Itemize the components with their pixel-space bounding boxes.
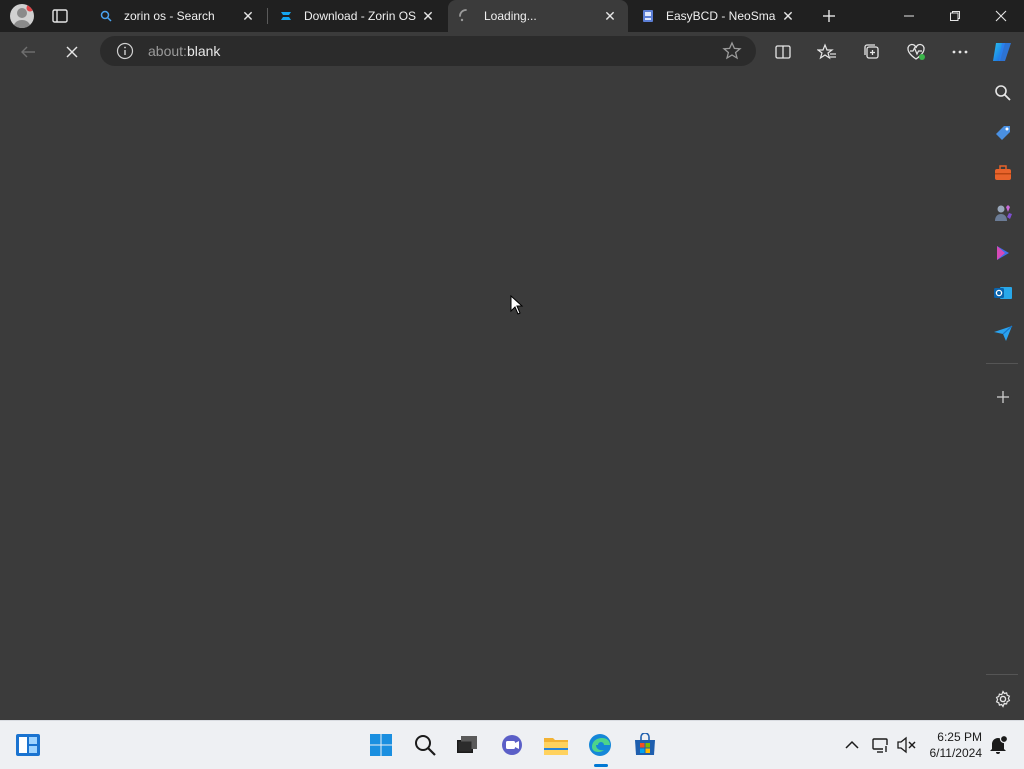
tab-download-zorin[interactable]: Download - Zorin OS ✕ [268,0,446,32]
tab-label: zorin os - Search [124,9,215,23]
collections-button[interactable] [856,36,888,68]
easybcd-icon [640,8,656,24]
tab-zorin-search[interactable]: zorin os - Search ✕ [88,0,266,32]
close-tab-icon[interactable]: ✕ [236,4,260,28]
microsoft-365-icon[interactable] [992,242,1014,264]
url-path: blank [186,43,221,59]
info-icon[interactable] [116,42,134,60]
tab-label: Download - Zorin OS [304,9,416,23]
url-scheme: about: [148,43,187,59]
task-view-icon[interactable] [453,731,481,759]
edge-active-indicator [594,764,608,767]
microsoft-store-icon[interactable] [631,731,659,759]
split-screen-button[interactable] [767,36,799,68]
start-button-windows-icon[interactable] [367,731,395,759]
windows-taskbar: 6:25 PM 6/11/2024 [0,720,1024,769]
clock-time: 6:25 PM [937,730,982,744]
browser-essentials-button[interactable] [900,36,932,68]
add-sidebar-app-icon[interactable] [992,386,1014,408]
mouse-cursor-icon [510,294,524,320]
address-url[interactable]: about:blank [148,43,220,59]
sidebar-settings-gear-icon[interactable] [992,688,1014,710]
zorin-logo-icon [278,8,294,24]
system-clock[interactable]: 6:25 PM 6/11/2024 [930,729,983,761]
volume-muted-icon[interactable] [892,731,920,759]
clock-date: 6/11/2024 [929,746,983,760]
tab-strip: zorin os - Search ✕ Download - Zorin OS … [0,0,1024,32]
notifications-bell-icon[interactable] [984,731,1012,759]
close-tab-icon[interactable]: ✕ [598,4,622,28]
profile-avatar[interactable] [10,4,34,28]
back-button[interactable] [12,36,44,68]
taskbar-search-icon[interactable] [411,731,439,759]
network-icon[interactable] [866,731,894,759]
settings-and-more-button[interactable] [944,36,976,68]
games-icon[interactable] [992,202,1014,224]
outlook-icon[interactable] [992,282,1014,304]
shopping-tag-icon[interactable] [992,122,1014,144]
widgets-icon[interactable] [14,731,42,759]
tab-loading[interactable]: Loading... ✕ [448,0,628,32]
show-hidden-icons-chevron-up-icon[interactable] [838,731,866,759]
search-icon[interactable] [992,82,1014,104]
close-tab-icon[interactable]: ✕ [776,4,800,28]
close-window-button[interactable] [978,0,1024,32]
favorites-button[interactable] [811,36,843,68]
page-content [0,72,982,720]
minimize-button[interactable] [886,0,932,32]
file-explorer-icon[interactable] [542,731,570,759]
drop-send-icon[interactable] [992,322,1014,344]
tab-label: EasyBCD - NeoSmart [666,9,776,23]
tools-briefcase-icon[interactable] [992,162,1014,184]
loading-spinner-icon [458,8,474,24]
tab-label: Loading... [484,9,537,23]
tab-actions-icon[interactable] [50,6,70,26]
teams-chat-icon[interactable] [498,731,526,759]
address-bar[interactable]: about:blank [100,36,756,66]
search-icon [98,8,114,24]
tab-easybcd[interactable]: EasyBCD - NeoSmart ✕ [630,0,806,32]
new-tab-button[interactable] [816,4,842,28]
close-tab-icon[interactable]: ✕ [416,4,440,28]
restore-button[interactable] [932,0,978,32]
add-favorite-star-icon[interactable] [722,41,742,61]
copilot-button[interactable] [986,36,1018,68]
edge-browser-icon[interactable] [586,731,614,759]
stop-loading-button[interactable] [56,36,88,68]
